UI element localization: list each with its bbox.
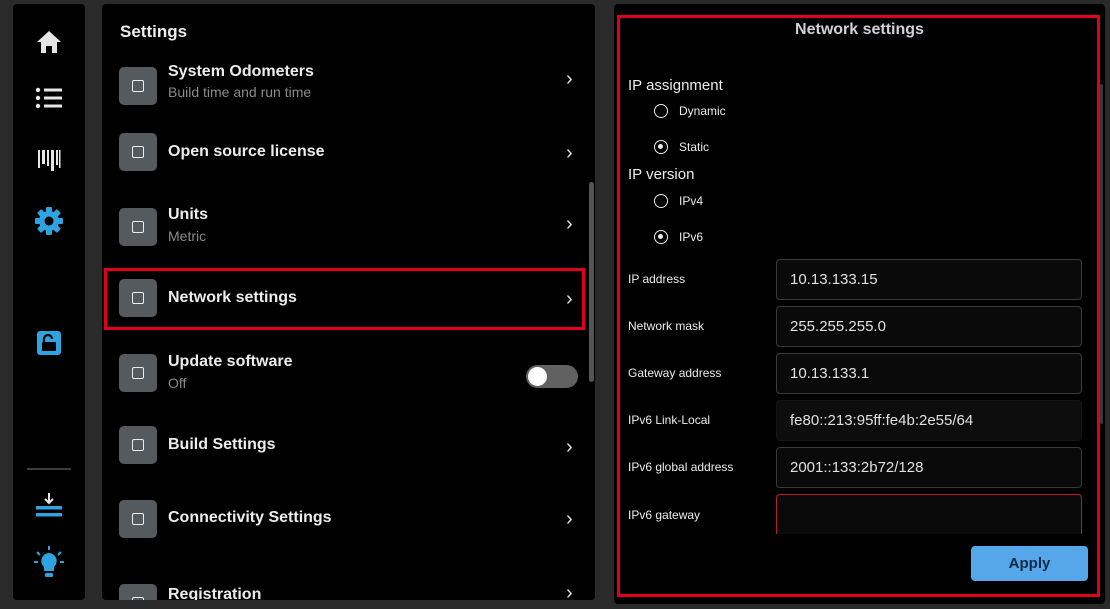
page-title: Settings: [120, 22, 188, 41]
toggle-knob: [528, 367, 547, 386]
row-label: Registration: [168, 586, 262, 600]
chevron-right-icon: ›: [566, 213, 573, 235]
row-subtitle: Build time and run time: [168, 84, 312, 100]
scrollbar[interactable]: [589, 182, 594, 382]
chevron-right-icon: ›: [566, 508, 573, 530]
barcode-icon[interactable]: [13, 144, 85, 176]
network-scrollbar[interactable]: [1100, 84, 1103, 424]
row-subtitle: Off: [168, 375, 187, 391]
row-label: Update software: [168, 353, 293, 370]
row-label: Units: [168, 206, 208, 223]
chevron-right-icon: ›: [566, 68, 573, 90]
settings-row-build-settings[interactable]: Build Settings ›: [102, 410, 587, 482]
navigation-rail: [13, 4, 85, 600]
settings-row-open-source-license[interactable]: Open source license ›: [102, 122, 587, 194]
square-icon: [119, 500, 157, 538]
rail-divider: [27, 468, 71, 470]
chevron-right-icon: ›: [566, 436, 573, 458]
chevron-right-icon: ›: [566, 582, 573, 600]
panel-highlight: [617, 15, 1100, 597]
square-icon: [119, 208, 157, 246]
settings-row-registration[interactable]: Registration ›: [102, 554, 587, 600]
row-label: Open source license: [168, 143, 325, 160]
square-icon: [119, 354, 157, 392]
update-software-toggle[interactable]: [526, 365, 578, 388]
row-label: Connectivity Settings: [168, 509, 332, 526]
settings-row-connectivity-settings[interactable]: Connectivity Settings ›: [102, 482, 587, 554]
settings-row-update-software[interactable]: Update software Off: [102, 338, 587, 410]
settings-row-units[interactable]: Units Metric ›: [102, 194, 587, 266]
row-label: Build Settings: [168, 436, 276, 453]
row-label: System Odometers: [168, 63, 314, 80]
settings-row-system-odometers[interactable]: System Odometers Build time and run time…: [102, 50, 587, 122]
download-icon[interactable]: [13, 489, 85, 523]
square-icon: [119, 67, 157, 105]
list-icon[interactable]: [13, 82, 85, 114]
gear-icon[interactable]: [13, 204, 85, 238]
square-icon: [119, 133, 157, 171]
row-subtitle: Metric: [168, 228, 207, 244]
square-icon: [119, 426, 157, 464]
chevron-right-icon: ›: [566, 142, 573, 164]
home-icon[interactable]: [13, 26, 85, 58]
square-icon: [119, 584, 157, 600]
lightbulb-icon[interactable]: [13, 542, 85, 582]
unlock-icon[interactable]: [13, 326, 85, 360]
selection-highlight: [104, 268, 585, 330]
